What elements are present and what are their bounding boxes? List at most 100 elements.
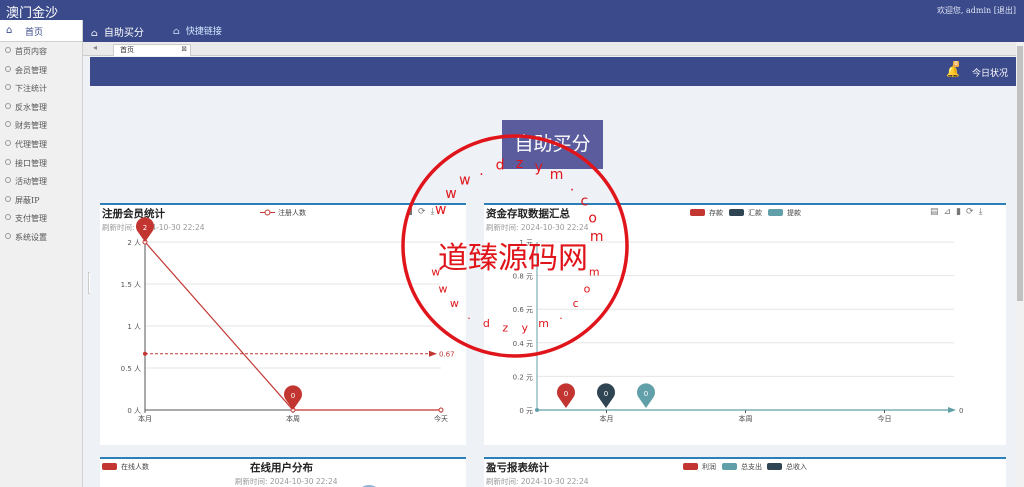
page-scrollbar[interactable]: [1016, 42, 1024, 487]
legend-profit[interactable]: 利润: [683, 462, 716, 472]
refresh-time: 刷新时间: 2024-10-30 22:24: [235, 477, 338, 486]
x-tick-label: 本周: [739, 414, 753, 423]
menu-bullet-icon: [5, 121, 11, 128]
auto-bonus-button[interactable]: 自助买分: [502, 120, 603, 169]
axis-origin-dot: [535, 408, 539, 412]
legend-swatch: [683, 463, 698, 470]
legend-online[interactable]: 在线人数: [102, 462, 149, 472]
sidebar-item-home-content[interactable]: 首页内容: [0, 42, 82, 61]
card-title: 盈亏报表统计: [486, 462, 549, 474]
funds-stats-card: 资金存取数据汇总 刷新时间: 2024-10-30 22:24 存款 汇款 提款…: [484, 203, 1006, 445]
welcome-logout-text[interactable]: 欢迎您, admin [退出]: [937, 5, 1016, 16]
sidebar-item-label: 首页内容: [15, 47, 47, 56]
sidebar-item-bet-stats[interactable]: 下注统计: [0, 79, 82, 98]
average-line-label: 0.67: [439, 351, 455, 359]
mark-point-label: 0: [644, 390, 648, 398]
legend-label: 总收入: [786, 463, 807, 471]
home-icon: ⌂: [173, 27, 180, 37]
x-tick-label: 本月: [600, 414, 614, 423]
nav-auto-bonus-label: 自助买分: [103, 28, 144, 39]
profit-stats-card: 盈亏报表统计 刷新时间: 2024-10-30 22:24 利润 总支出 总收入: [484, 457, 1006, 487]
dashboard-header: 🔔 0 今日状况: [90, 57, 1016, 86]
legend-swatch: [102, 463, 117, 470]
x-axis-end-label: 0: [959, 407, 963, 415]
nav-auto-bonus[interactable]: ⌂ 自助买分: [91, 24, 144, 39]
sidebar-item-label: 财务管理: [15, 121, 47, 131]
legend-label: 总支出: [741, 463, 762, 471]
refresh-time: 刷新时间: 2024-10-30 22:24: [486, 477, 589, 486]
nav-bar: ⌂ 自助买分 ⌂ 快捷链接: [83, 20, 1024, 42]
menu-bullet-icon: [5, 158, 11, 165]
menu-bullet-icon: [5, 102, 11, 109]
sidebar-item-settings[interactable]: 系统设置: [0, 228, 82, 247]
y-tick-label: 2 人: [127, 239, 141, 247]
legend-income[interactable]: 总收入: [767, 462, 807, 472]
x-tick-label: 本周: [286, 414, 300, 423]
sidebar-item-label: 下注统计: [15, 84, 47, 94]
sidebar-item-label: 支付管理: [15, 214, 47, 224]
x-tick-label: 本月: [138, 414, 152, 423]
funds-line-chart: 0 元 0.2 元 0.4 元 0.6 元 0.8 元 1 元 0 本月 本周 今日 0 0 0: [513, 239, 964, 423]
x-tick-label: 今日: [878, 414, 892, 423]
main-content: 🔔 0 今日状况 自助买分 注册会员统计 刷新时间: 2024-10-30 22…: [90, 57, 1016, 487]
notification-badge: 0: [953, 61, 959, 67]
sidebar-item-payments[interactable]: 支付管理: [0, 209, 82, 228]
mark-point-label: 0: [564, 390, 568, 398]
sidebar-item-events[interactable]: 活动管理: [0, 172, 82, 191]
sidebar-item-api[interactable]: 接口管理: [0, 154, 82, 173]
y-tick-label: 1.5 人: [121, 281, 141, 289]
tab-close-icon[interactable]: ⊠: [181, 45, 187, 53]
scrollbar-thumb[interactable]: [1017, 46, 1023, 301]
y-tick-label: 0 人: [127, 407, 141, 415]
sidebar-item-members[interactable]: 会员管理: [0, 61, 82, 80]
sidebar-home-label: 首页: [25, 28, 44, 38]
sidebar: ⌂ 首页 首页内容 会员管理 下注统计 反水管理 财务管理 代理管理 接口管理 …: [0, 20, 83, 487]
y-tick-label: 1 元: [519, 239, 533, 247]
tab-scroll-left-icon[interactable]: ◂: [93, 43, 97, 52]
sidebar-item-finance[interactable]: 财务管理: [0, 116, 82, 135]
legend-expense[interactable]: 总支出: [722, 462, 762, 472]
sidebar-item-label: 接口管理: [15, 158, 47, 168]
x-axis-arrow: [948, 407, 956, 413]
y-tick-label: 0.6 元: [513, 306, 533, 314]
average-line-arrow: [429, 350, 437, 357]
tab-home-label: 首页: [120, 46, 134, 54]
sidebar-item-block-ip[interactable]: 屏蔽IP: [0, 191, 82, 210]
menu-bullet-icon: [5, 139, 11, 146]
sidebar-item-label: 活动管理: [15, 177, 47, 187]
y-tick-label: 0.5 人: [121, 365, 141, 373]
menu-bullet-icon: [5, 177, 11, 184]
today-status-link[interactable]: 今日状况: [972, 66, 1008, 79]
sidebar-home[interactable]: ⌂ 首页: [0, 20, 82, 42]
nav-quick-links-label: 快捷链接: [185, 27, 222, 37]
mark-point-label: 0: [291, 392, 295, 400]
home-icon: ⌂: [91, 29, 98, 39]
y-tick-label: 0.2 元: [513, 373, 533, 381]
online-users-card: 在线人数 在线用户分布 刷新时间: 2024-10-30 22:24: [100, 457, 466, 487]
sidebar-item-label: 系统设置: [15, 232, 47, 242]
menu-bullet-icon: [5, 232, 11, 239]
sidebar-item-rebate[interactable]: 反水管理: [0, 98, 82, 117]
legend-swatch: [722, 463, 737, 470]
legend-label: 利润: [702, 463, 716, 471]
y-tick-label: 0.4 元: [513, 340, 533, 348]
sidebar-item-label: 会员管理: [15, 65, 47, 75]
mark-point-label: 0: [604, 390, 608, 398]
app-title: 澳门金沙: [6, 6, 59, 21]
y-tick-label: 0.8 元: [513, 273, 533, 281]
card-title: 在线用户分布: [250, 462, 313, 474]
menu-bullet-icon: [5, 195, 11, 202]
top-bar: 澳门金沙 欢迎您, admin [退出]: [0, 0, 1024, 21]
register-stats-card: 注册会员统计 刷新时间: 2024-10-30 22:24 注册人数 ▮⟳⤓ 0…: [100, 203, 466, 445]
register-line-chart: 0 人 0.5 人 1 人 1.5 人 2 人本月 本周 今天 0.67 2 0: [121, 217, 455, 423]
data-point: [438, 407, 444, 413]
menu-bullet-icon: [5, 65, 11, 72]
x-tick-label: 今天: [434, 414, 448, 423]
sidebar-item-label: 代理管理: [15, 139, 47, 149]
mark-point-label: 2: [143, 224, 147, 232]
tab-home[interactable]: 首页 ⊠: [113, 44, 191, 56]
nav-quick-links[interactable]: ⌂ 快捷链接: [173, 24, 222, 37]
legend-swatch: [767, 463, 782, 470]
sidebar-item-agents[interactable]: 代理管理: [0, 135, 82, 154]
legend-label: 在线人数: [121, 463, 149, 471]
